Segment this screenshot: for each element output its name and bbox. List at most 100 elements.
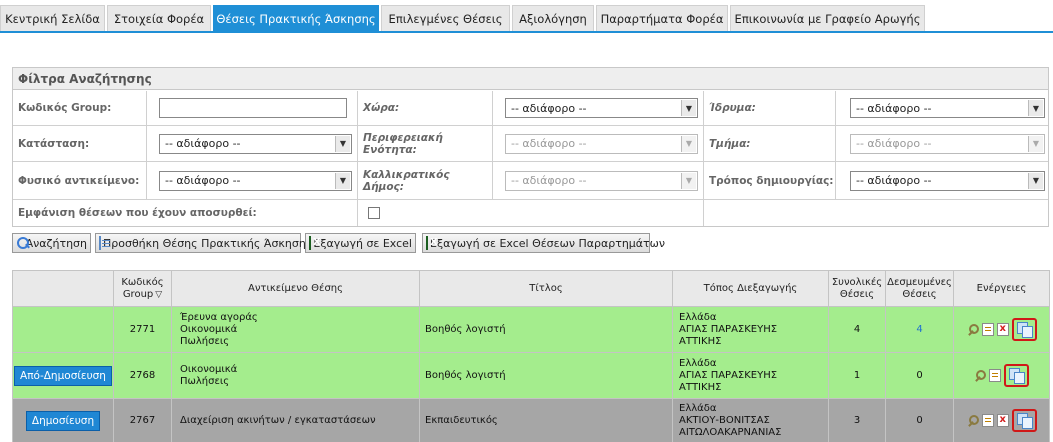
department-label-cell: Τμήμα: bbox=[704, 126, 836, 161]
tab-helpdesk-contact[interactable]: Επικοινωνία με Γραφείο Αρωγής bbox=[730, 5, 925, 32]
municipality-label: Καλλικρατικός Δήμος: bbox=[363, 168, 450, 193]
export-excel-branches-button-label: Εξαγωγή σε Excel Θέσεων Παραρτημάτων bbox=[430, 236, 666, 250]
institution-select[interactable]: -- αδιάφορο -- ▼ bbox=[850, 98, 1045, 118]
region-select[interactable]: -- αδιάφορο -- ▼ bbox=[505, 133, 698, 154]
location-region: ΑΤΤΙΚΗΣ bbox=[679, 381, 722, 393]
copy-icon[interactable] bbox=[1009, 368, 1025, 384]
filters-title: Φίλτρα Αναζήτησης bbox=[13, 68, 1048, 90]
location-country: Ελλάδα bbox=[679, 402, 717, 414]
creation-method-label-cell: Τρόπος δημιουργίας: bbox=[704, 162, 836, 199]
chevron-down-icon: ▼ bbox=[681, 135, 696, 152]
institution-select-value: -- αδιάφορο -- bbox=[856, 101, 932, 115]
group-code-cell: 2768 bbox=[113, 352, 172, 399]
copy-highlight-box bbox=[1004, 364, 1029, 387]
institution-select-cell: -- αδιάφορο -- ▼ bbox=[836, 91, 1048, 125]
main-tabs: Κεντρική Σελίδα Στοιχεία Φορέα Θέσεις Πρ… bbox=[0, 5, 1053, 32]
header-publish bbox=[12, 270, 114, 307]
country-select[interactable]: -- αδιάφορο -- ▼ bbox=[505, 98, 698, 118]
tab-evaluation[interactable]: Αξιολόγηση bbox=[512, 5, 594, 32]
subject-line: Έρευνα αγοράς bbox=[180, 311, 258, 323]
show-withdrawn-label: Εμφάνιση θέσεων που έχουν αποσυρθεί: bbox=[18, 207, 257, 219]
status-label: Κατάσταση: bbox=[18, 137, 90, 150]
show-withdrawn-checkbox[interactable] bbox=[368, 207, 380, 219]
excel-icon bbox=[309, 236, 323, 250]
header-reserved: Δεσμευμένες Θέσεις bbox=[885, 270, 954, 307]
filter-row-2: Κατάσταση: -- αδιάφορο -- ▼ Περιφερειακή… bbox=[13, 126, 1048, 162]
chevron-down-icon: ▼ bbox=[335, 172, 350, 189]
actions-cell bbox=[953, 352, 1050, 399]
municipality-label-cell: Καλλικρατικός Δήμος: bbox=[358, 162, 493, 199]
location-cell: Ελλάδα ΑΚΤΙΟΥ-ΒΟΝΙΤΣΑΣ ΑΙΤΩΛΟΑΚΑΡΝΑΝΙΑΣ bbox=[672, 398, 829, 442]
location-cell: Ελλάδα ΑΓΙΑΣ ΠΑΡΑΣΚΕΥΗΣ ΑΤΤΙΚΗΣ bbox=[672, 306, 829, 353]
location-region: ΑΙΤΩΛΟΑΚΑΡΝΑΝΙΑΣ bbox=[679, 426, 782, 438]
header-group-code[interactable]: Κωδικός Group ▽ bbox=[113, 270, 172, 307]
country-label: Χώρα: bbox=[363, 102, 400, 114]
group-code-input[interactable] bbox=[159, 98, 347, 118]
reserved-positions-link[interactable]: 4 bbox=[916, 324, 922, 335]
physical-object-select[interactable]: -- αδιάφορο -- ▼ bbox=[159, 170, 352, 191]
location-country: Ελλάδα bbox=[679, 357, 717, 369]
chevron-down-icon: ▼ bbox=[681, 100, 696, 116]
show-withdrawn-label-cell: Εμφάνιση θέσεων που έχουν αποσυρθεί: bbox=[13, 200, 358, 226]
export-excel-button-label: Εξαγωγή σε Excel bbox=[313, 236, 412, 250]
region-select-cell: -- αδιάφορο -- ▼ bbox=[493, 126, 704, 161]
country-select-value: -- αδιάφορο -- bbox=[511, 101, 587, 115]
header-location: Τόπος Διεξαγωγής bbox=[672, 270, 829, 307]
export-excel-button[interactable]: Εξαγωγή σε Excel bbox=[305, 233, 416, 253]
subject-line: Πωλήσεις bbox=[180, 335, 230, 347]
publish-button[interactable]: Δημοσίευση bbox=[25, 410, 101, 431]
tab-internship-positions[interactable]: Θέσεις Πρακτικής Άσκησης bbox=[213, 5, 379, 32]
location-country: Ελλάδα bbox=[679, 311, 717, 323]
physical-object-select-cell: -- αδιάφορο -- ▼ bbox=[147, 162, 358, 199]
chevron-down-icon: ▼ bbox=[1028, 135, 1043, 152]
group-code-cell: 2771 bbox=[113, 306, 172, 353]
edit-icon[interactable] bbox=[981, 323, 994, 336]
tab-selected-positions[interactable]: Επιλεγμένες Θέσεις bbox=[381, 5, 510, 32]
department-label: Τμήμα: bbox=[709, 137, 751, 150]
group-code-label: Κωδικός Group: bbox=[18, 102, 112, 114]
view-icon[interactable] bbox=[967, 414, 979, 427]
physical-object-select-value: -- αδιάφορο -- bbox=[165, 174, 241, 187]
department-select[interactable]: -- αδιάφορο -- ▼ bbox=[850, 133, 1045, 154]
filter-row-1: Κωδικός Group: Χώρα: -- αδιάφορο -- ▼ Ίδ… bbox=[13, 91, 1048, 126]
location-cell: Ελλάδα ΑΓΙΑΣ ΠΑΡΑΣΚΕΥΗΣ ΑΤΤΙΚΗΣ bbox=[672, 352, 829, 399]
creation-method-select-cell: -- αδιάφορο -- ▼ bbox=[836, 162, 1048, 199]
country-label-cell: Χώρα: bbox=[358, 91, 493, 125]
municipality-select[interactable]: -- αδιάφορο -- ▼ bbox=[505, 170, 698, 191]
tabs-underline bbox=[0, 31, 1053, 33]
delete-icon[interactable] bbox=[996, 323, 1009, 336]
status-select-cell: -- αδιάφορο -- ▼ bbox=[147, 126, 358, 161]
status-select-value: -- αδιάφορο -- bbox=[165, 137, 241, 150]
view-icon[interactable] bbox=[967, 323, 979, 336]
copy-icon[interactable] bbox=[1016, 413, 1033, 429]
status-select[interactable]: -- αδιάφορο -- ▼ bbox=[159, 133, 352, 154]
actions-cell bbox=[953, 306, 1050, 353]
search-button[interactable]: Αναζήτηση bbox=[12, 233, 91, 253]
edit-icon[interactable] bbox=[989, 369, 1001, 382]
location-municipality: ΑΓΙΑΣ ΠΑΡΑΣΚΕΥΗΣ bbox=[679, 323, 778, 335]
export-excel-branches-button[interactable]: Εξαγωγή σε Excel Θέσεων Παραρτημάτων bbox=[422, 233, 665, 253]
tab-branches[interactable]: Παραρτήματα Φορέα bbox=[596, 5, 728, 32]
creation-method-select[interactable]: -- αδιάφορο -- ▼ bbox=[850, 170, 1045, 191]
edit-icon[interactable] bbox=[981, 414, 994, 427]
add-position-button[interactable]: Προσθήκη Θέσης Πρακτικής Άσκησης bbox=[95, 233, 312, 253]
header-total: Συνολικές Θέσεις bbox=[828, 270, 886, 307]
unpublish-button[interactable]: Από-Δημοσίευση bbox=[14, 365, 112, 386]
country-select-cell: -- αδιάφορο -- ▼ bbox=[493, 91, 704, 125]
reserved-positions-cell: 0 bbox=[885, 352, 954, 399]
tab-home[interactable]: Κεντρική Σελίδα bbox=[0, 5, 105, 32]
location-municipality: ΑΓΙΑΣ ΠΑΡΑΣΚΕΥΗΣ bbox=[679, 369, 778, 381]
add-position-button-label: Προσθήκη Θέσης Πρακτικής Άσκησης bbox=[103, 236, 313, 250]
delete-icon[interactable] bbox=[996, 414, 1009, 427]
region-label: Περιφερειακή Ενότητα: bbox=[363, 131, 443, 156]
subject-cell: Διαχείριση ακινήτων / εγκαταστάσεων bbox=[171, 398, 420, 442]
tab-organization-info[interactable]: Στοιχεία Φορέα bbox=[107, 5, 211, 32]
view-icon[interactable] bbox=[974, 369, 986, 382]
copy-icon[interactable] bbox=[1016, 322, 1033, 338]
add-document-icon bbox=[99, 236, 110, 250]
institution-label-cell: Ίδρυμα: bbox=[704, 91, 836, 125]
total-positions-cell: 3 bbox=[828, 398, 886, 442]
chevron-down-icon: ▼ bbox=[1028, 172, 1043, 189]
publish-cell: Δημοσίευση bbox=[12, 398, 114, 442]
positions-table: Κωδικός Group ▽ Αντικείμενο Θέσης Τίτλος … bbox=[12, 270, 1050, 442]
